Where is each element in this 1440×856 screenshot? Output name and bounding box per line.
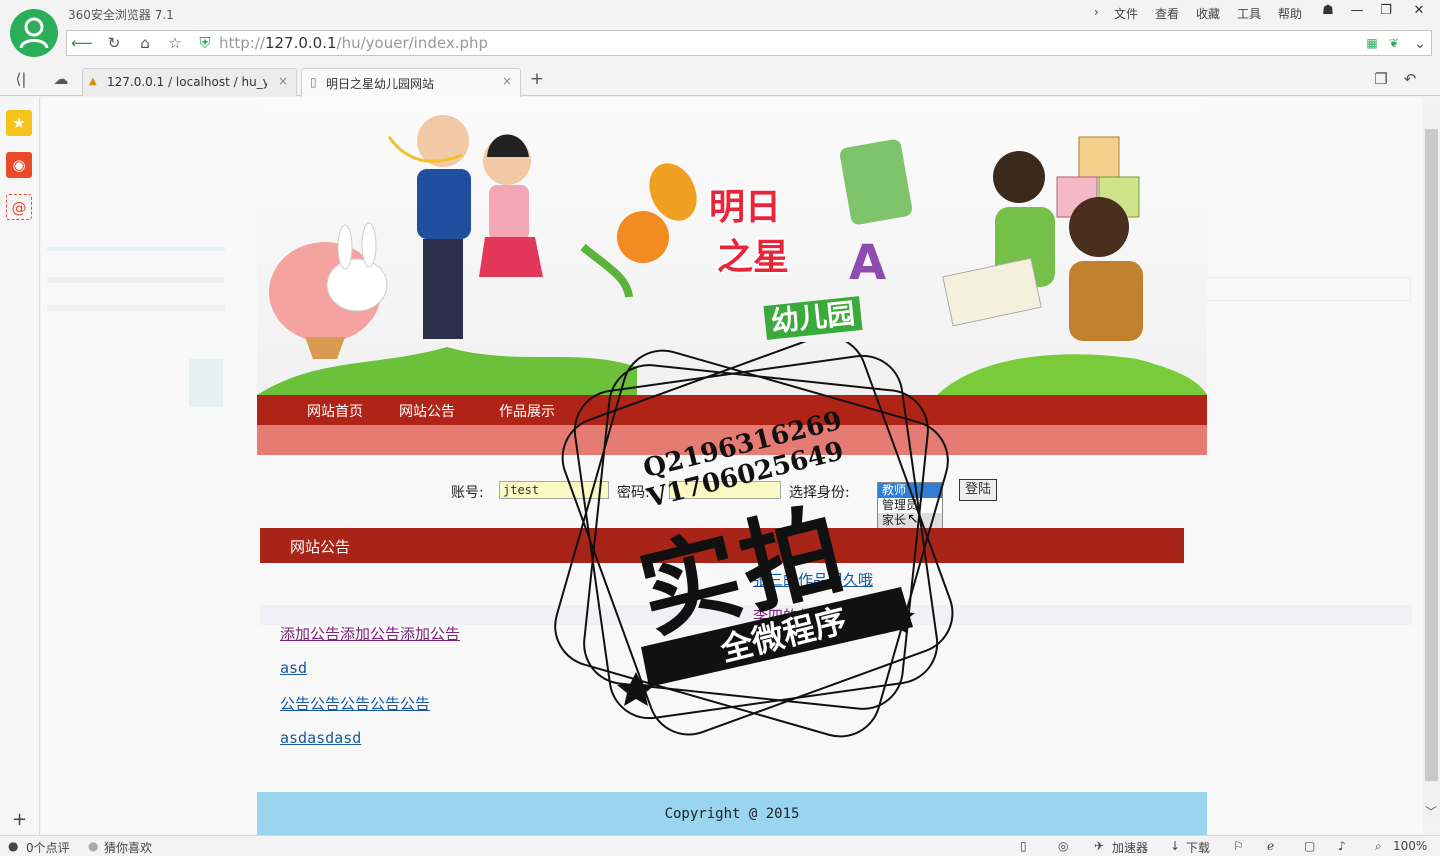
download-icon[interactable]: ↓ bbox=[1170, 839, 1180, 853]
sidebar-toggle-icon[interactable]: ⟨| bbox=[10, 70, 32, 90]
menu-view[interactable]: 查看 bbox=[1155, 5, 1179, 22]
reviews-icon: ● bbox=[8, 839, 19, 853]
sync-icon[interactable]: ◎ bbox=[1058, 839, 1068, 853]
chevron-down-icon[interactable]: ⌄ bbox=[1409, 34, 1431, 54]
url-field[interactable]: http://127.0.0.1/hu/youer/index.php bbox=[219, 34, 488, 52]
tab-label: 127.0.0.1 / localhost / hu_yo bbox=[107, 75, 267, 89]
ghost-block bbox=[189, 359, 223, 407]
accelerator-label[interactable]: 加速器 bbox=[1112, 839, 1148, 856]
scrollbar-thumb[interactable] bbox=[1425, 129, 1438, 781]
weibo-icon[interactable]: ◉ bbox=[6, 152, 32, 178]
app-title: 360安全浏览器 7.1 bbox=[68, 8, 174, 22]
scroll-down-icon[interactable]: ﹀ bbox=[1425, 803, 1437, 820]
nav-notices[interactable]: 网站公告 bbox=[399, 401, 455, 421]
add-icon[interactable]: + bbox=[12, 809, 27, 830]
flag-icon[interactable]: ⚐ bbox=[1233, 839, 1244, 853]
notice-link[interactable]: asd bbox=[280, 659, 307, 677]
tab-kindergarten[interactable]: ▯ 明日之星幼儿园网站 × bbox=[301, 68, 521, 97]
close-window-button[interactable]: ✕ bbox=[1404, 0, 1434, 24]
sidebar: ★ ◉ @ + bbox=[0, 97, 40, 835]
tab-bar: ⟨| ☁ ▲ 127.0.0.1 / localhost / hu_yo × ▯… bbox=[0, 66, 1440, 97]
reviews-count[interactable]: 0个点评 bbox=[26, 839, 70, 856]
page-scrollbar[interactable] bbox=[1423, 105, 1440, 823]
guess-link[interactable]: 猜你喜欢 bbox=[104, 839, 152, 856]
ghost-line bbox=[47, 247, 225, 251]
nav-home[interactable]: 网站首页 bbox=[307, 401, 363, 421]
svg-text:A: A bbox=[849, 235, 886, 291]
status-bar: ● 0个点评 ● 猜你喜欢 ▯ ◎ ✈ 加速器 ↓ 下载 ⚐ ℯ ▢ ♪ ⌕ 1… bbox=[0, 835, 1440, 855]
mail-icon[interactable]: @ bbox=[6, 194, 32, 220]
menu-favorites[interactable]: 收藏 bbox=[1196, 5, 1220, 22]
menu-tools[interactable]: 工具 bbox=[1237, 5, 1261, 22]
tab-label: 明日之星幼儿园网站 bbox=[326, 77, 435, 91]
notice-link[interactable]: 添加公告添加公告添加公告 bbox=[280, 623, 460, 644]
cloud-icon[interactable]: ☁ bbox=[50, 70, 72, 90]
ie-icon[interactable]: ℯ bbox=[1267, 839, 1274, 853]
site-logo-line2: 之星 bbox=[717, 237, 790, 278]
page-viewport: A 明日 之星 幼儿园 网站首页 网站公告 作品展示 账号: jtest 密码:… bbox=[41, 97, 1423, 835]
phone-icon[interactable]: ▯ bbox=[1020, 839, 1027, 853]
qr-code-icon[interactable]: ▦ bbox=[1361, 34, 1383, 54]
undo-close-icon[interactable]: ↶ bbox=[1399, 70, 1421, 90]
volume-icon[interactable]: ♪ bbox=[1338, 839, 1346, 853]
refresh-icon[interactable]: ↻ bbox=[103, 34, 125, 54]
zoom-icon[interactable]: ⌕ bbox=[1375, 839, 1382, 854]
star-icon[interactable]: ☆ bbox=[164, 34, 186, 54]
notice-link[interactable]: asdasdasd bbox=[280, 729, 361, 747]
site-footer: Copyright @ 2015 bbox=[257, 792, 1207, 835]
skin-icon[interactable]: ☗ bbox=[1313, 0, 1343, 24]
maximize-button[interactable]: ❐ bbox=[1371, 0, 1401, 24]
download-label[interactable]: 下载 bbox=[1186, 839, 1210, 856]
ghost-box bbox=[1181, 277, 1411, 301]
notice-title: 网站公告 bbox=[290, 538, 351, 556]
page-icon: ▯ bbox=[310, 75, 317, 89]
back-icon[interactable]: ⟵ bbox=[71, 34, 93, 54]
tab-list-icon[interactable]: ❐ bbox=[1370, 70, 1392, 90]
guess-icon: ● bbox=[88, 839, 99, 853]
account-label: 账号: bbox=[451, 485, 484, 501]
home-icon[interactable]: ⌂ bbox=[134, 34, 156, 54]
tab-phpmyadmin[interactable]: ▲ 127.0.0.1 / localhost / hu_yo × bbox=[82, 68, 297, 96]
zoom-level[interactable]: 100% bbox=[1393, 839, 1427, 853]
chevron-right-icon[interactable]: › bbox=[1094, 5, 1099, 19]
address-bar[interactable]: ⟵ ↻ ⌂ ☆ ⛨ http://127.0.0.1/hu/youer/inde… bbox=[66, 30, 1432, 56]
phpmyadmin-icon: ▲ bbox=[89, 76, 97, 87]
window-icon[interactable]: ▢ bbox=[1304, 839, 1315, 853]
favorites-star-icon[interactable]: ★ bbox=[6, 110, 32, 136]
new-tab-button[interactable]: + bbox=[526, 70, 548, 90]
watermark-stamp: Q2196316269 V1706025649 实拍 全微程序 bbox=[541, 342, 971, 762]
close-tab-icon[interactable]: × bbox=[502, 74, 512, 88]
minimize-button[interactable]: — bbox=[1342, 0, 1372, 24]
notice-link[interactable]: 公告公告公告公告公告 bbox=[280, 693, 430, 714]
rocket-icon[interactable]: ✈ bbox=[1094, 839, 1104, 853]
menu-file[interactable]: 文件 bbox=[1114, 5, 1138, 22]
ghost-line bbox=[47, 305, 225, 311]
copyright-text: Copyright @ 2015 bbox=[664, 806, 800, 822]
title-bar: 360安全浏览器 7.1 › 文件 查看 收藏 工具 帮助 ☗ — ❐ ✕ bbox=[0, 0, 1440, 28]
leaf-icon[interactable]: ❦ bbox=[1383, 34, 1405, 54]
browser-logo-icon[interactable] bbox=[10, 9, 58, 57]
site-logo-line1: 明日 bbox=[709, 187, 782, 228]
menu-help[interactable]: 帮助 bbox=[1278, 5, 1302, 22]
ghost-line bbox=[47, 277, 225, 283]
shield-icon: ⛨ bbox=[199, 34, 211, 52]
close-tab-icon[interactable]: × bbox=[278, 74, 288, 88]
